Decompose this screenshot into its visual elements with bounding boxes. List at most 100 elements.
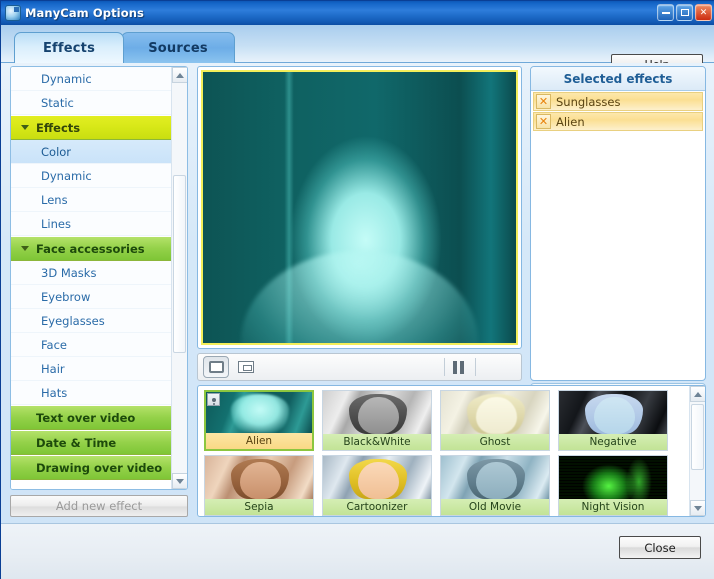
tree-header-effects[interactable]: Effects: [11, 115, 173, 140]
tab-sources[interactable]: Sources: [121, 32, 235, 63]
tree-header-face-accessories[interactable]: Face accessories: [11, 236, 173, 261]
maximize-button[interactable]: [676, 4, 693, 21]
effect-sample-photo: [559, 391, 667, 434]
title-bar: ManyCam Options ✕: [1, 1, 714, 25]
subject-face: [475, 462, 517, 499]
effect-thumbnail[interactable]: Negative: [558, 390, 668, 451]
chevron-down-icon: [21, 246, 29, 251]
effect-sample-photo: [441, 391, 549, 434]
manycam-icon: [5, 5, 21, 21]
effect-thumbnail[interactable]: Sepia: [204, 455, 314, 516]
night-vision-scanlines: [559, 456, 667, 499]
video-preview-panel: [197, 66, 522, 349]
scroll-down-arrow-icon[interactable]: [172, 473, 187, 489]
window-controls: ✕: [657, 4, 712, 21]
selected-effects-title: Selected effects: [531, 67, 705, 91]
effect-thumbnail-label: Old Movie: [441, 499, 549, 515]
tree-item-dynamic[interactable]: Dynamic: [11, 67, 173, 91]
effect-thumbnail[interactable]: Old Movie: [440, 455, 550, 516]
tree-header-drawing-over-video[interactable]: Drawing over video: [11, 455, 173, 480]
selected-effect-label: Alien: [556, 114, 585, 129]
fullscreen-view-button[interactable]: [203, 356, 229, 378]
tree-header-label: Date & Time: [36, 435, 117, 450]
grid-scrollbar[interactable]: [689, 386, 705, 516]
effect-thumbnail[interactable]: Black&White: [322, 390, 432, 451]
effect-sample-photo: [323, 456, 431, 499]
effect-preview-image: [206, 392, 312, 433]
effect-sample-photo: [441, 456, 549, 499]
toolbar-separator-2: [475, 358, 476, 376]
selected-effect-row[interactable]: ✕ Sunglasses: [533, 92, 703, 111]
picture-in-picture-icon: [238, 361, 254, 373]
effect-sample-photo: [206, 392, 312, 433]
tree-item-eyeglasses[interactable]: Eyeglasses: [11, 309, 173, 333]
window-title: ManyCam Options: [25, 6, 144, 20]
effect-preview-image: [323, 391, 431, 434]
effect-thumbnail[interactable]: Cartoonizer: [322, 455, 432, 516]
subject-face: [357, 462, 399, 499]
effect-thumbnail-label: Negative: [559, 434, 667, 450]
tree-header-text-over-video[interactable]: Text over video: [11, 405, 173, 430]
scroll-up-arrow-icon[interactable]: [172, 67, 187, 83]
grid-scroll-down-arrow-icon[interactable]: [690, 500, 705, 516]
effect-thumbnail[interactable]: Alien: [204, 390, 314, 451]
remove-effect-icon[interactable]: ✕: [536, 94, 551, 109]
full-view-icon: [208, 361, 224, 373]
tree-item-face[interactable]: Face: [11, 333, 173, 357]
pause-button[interactable]: [445, 356, 471, 378]
effect-thumbnail[interactable]: Ghost: [440, 390, 550, 451]
grid-scroll-up-arrow-icon[interactable]: [690, 386, 705, 402]
add-new-effect-button[interactable]: Add new effect: [10, 495, 188, 517]
tree-header-date-time[interactable]: Date & Time: [11, 430, 173, 455]
effect-thumbnail-label: Sepia: [205, 499, 313, 515]
subject-face: [357, 397, 399, 434]
preview-toolbar: [197, 353, 522, 381]
manycam-options-window: ManyCam Options ✕ Effects Sources Help D…: [0, 0, 714, 579]
remove-effect-icon[interactable]: ✕: [536, 114, 551, 129]
close-button[interactable]: Close: [619, 536, 701, 559]
tab-strip: Effects Sources Help: [1, 25, 714, 75]
sidebar-scrollbar[interactable]: [171, 67, 187, 489]
tree-item-dynamic[interactable]: Dynamic: [11, 164, 173, 188]
tree-item-static[interactable]: Static: [11, 91, 173, 115]
sidebar-scroll-thumb[interactable]: [173, 175, 186, 353]
applied-effect-badge-icon: [207, 393, 220, 406]
tree-item-lens[interactable]: Lens: [11, 188, 173, 212]
person-glyph: [211, 397, 216, 402]
minimize-button[interactable]: [657, 4, 674, 21]
subject-face: [475, 397, 517, 434]
grid-scroll-thumb[interactable]: [691, 404, 704, 470]
effect-thumbnail-label: Alien: [206, 433, 312, 449]
effects-category-tree: Dynamic Static Effects Color Dynamic Lens Line…: [10, 66, 188, 490]
tree-item-eyebrow[interactable]: Eyebrow: [11, 285, 173, 309]
tab-effects[interactable]: Effects: [14, 32, 124, 63]
effect-thumbnail-label: Cartoonizer: [323, 499, 431, 515]
pip-view-button[interactable]: [233, 356, 259, 378]
tree-header-label: Effects: [36, 120, 81, 135]
effect-thumbnail-label: Black&White: [323, 434, 431, 450]
effect-thumbnail-label: Ghost: [441, 434, 549, 450]
tree-item-lines[interactable]: Lines: [11, 212, 173, 236]
chevron-down-icon: [21, 125, 29, 130]
selected-effect-label: Sunglasses: [556, 94, 621, 109]
tree-item-hats[interactable]: Hats: [11, 381, 173, 405]
tree-item-hair[interactable]: Hair: [11, 357, 173, 381]
effect-thumbnail[interactable]: Night Vision: [558, 455, 668, 516]
effect-preview-image: [559, 391, 667, 434]
tree-item-color[interactable]: Color: [11, 140, 173, 164]
tree-header-label: Drawing over video: [36, 460, 163, 475]
footer-bar: Close: [1, 523, 714, 579]
thumbnail-list: Alien Black&White Ghost Negative Sepia Cartoo…: [198, 386, 689, 516]
selected-effects-panel: Selected effects ✕ Sunglasses ✕ Alien: [530, 66, 706, 381]
tree-item-3d-masks[interactable]: 3D Masks: [11, 261, 173, 285]
tree-bottom-spacer: [11, 480, 173, 489]
subject-face: [239, 462, 281, 499]
pause-icon: [452, 360, 464, 374]
effect-sample-photo: [205, 456, 313, 499]
selected-effect-row[interactable]: ✕ Alien: [533, 112, 703, 131]
tree-list: Dynamic Static Effects Color Dynamic Lens Line…: [11, 67, 173, 489]
effect-preview-image: [205, 456, 313, 499]
effect-thumbnail-label: Night Vision: [559, 499, 667, 515]
video-preview[interactable]: [201, 70, 518, 345]
close-window-button[interactable]: ✕: [695, 4, 712, 21]
